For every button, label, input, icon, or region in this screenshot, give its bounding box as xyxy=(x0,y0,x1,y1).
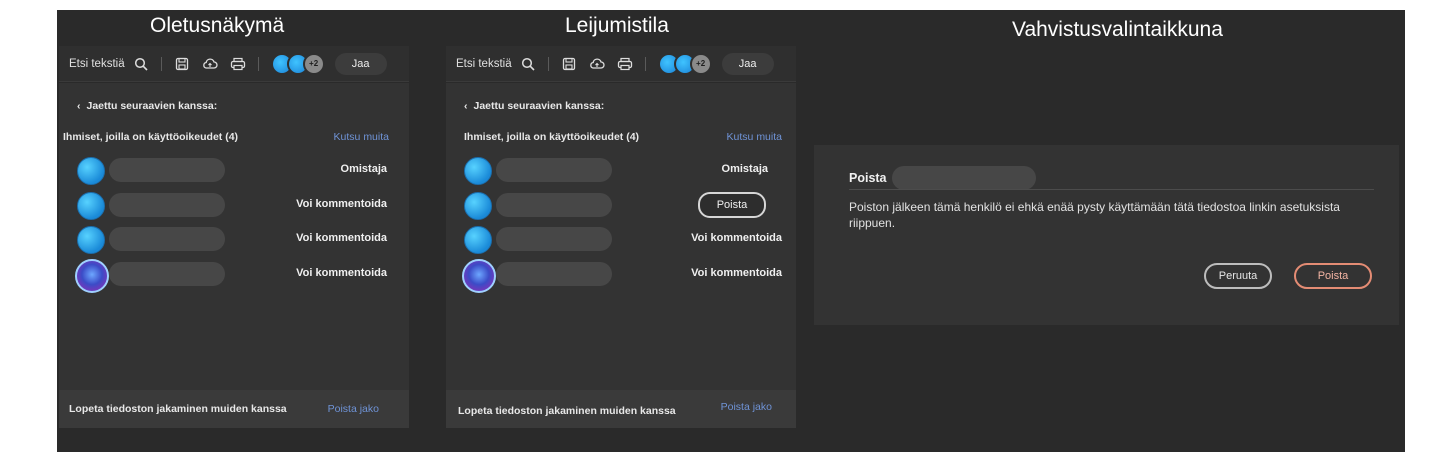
stop-sharing-footer: Lopeta tiedoston jakaminen muiden kanssa… xyxy=(59,390,409,428)
print-icon[interactable] xyxy=(615,54,635,74)
redacted-name xyxy=(109,193,225,217)
cloud-upload-icon[interactable] xyxy=(200,54,220,74)
role-label[interactable]: Voi kommentoida xyxy=(296,232,387,244)
heading-hover-state: Leijumistila xyxy=(565,14,669,37)
redacted-name xyxy=(109,227,225,251)
search-icon[interactable] xyxy=(131,54,151,74)
back-label: Jaettu seuraavien kanssa: xyxy=(86,100,218,112)
role-label[interactable]: Voi kommentoida xyxy=(691,267,782,279)
redacted-name xyxy=(496,262,612,286)
back-link[interactable]: ‹ Jaettu seuraavien kanssa: xyxy=(77,100,217,112)
dialog-title: Poista xyxy=(849,171,887,185)
avatar xyxy=(77,226,105,254)
unshare-link[interactable]: Poista jako xyxy=(721,401,772,413)
redacted-name xyxy=(109,262,225,286)
remove-button[interactable]: Poista xyxy=(698,192,766,218)
save-icon[interactable] xyxy=(172,54,192,74)
search-icon[interactable] xyxy=(518,54,538,74)
search-text-label[interactable]: Etsi tekstiä xyxy=(69,58,125,70)
redacted-name xyxy=(109,158,225,182)
avatar xyxy=(75,259,109,293)
collaborator-avatars[interactable]: +2 xyxy=(270,52,325,75)
share-button[interactable]: Jaa xyxy=(721,52,774,75)
cloud-upload-icon[interactable] xyxy=(587,54,607,74)
print-icon[interactable] xyxy=(228,54,248,74)
person-row-hovered: Poista xyxy=(464,192,784,220)
divider xyxy=(849,189,1374,190)
panel-body: ‹ Jaettu seuraavien kanssa: Ihmiset, joil… xyxy=(446,83,796,428)
person-row: Voi kommentoida xyxy=(77,226,397,254)
role-label[interactable]: Omistaja xyxy=(722,163,768,175)
people-access-label: Ihmiset, joilla on käyttöoikeudet (4) xyxy=(464,131,640,143)
invite-others-link[interactable]: Kutsu muita xyxy=(727,131,782,143)
heading-default-view: Oletusnäkymä xyxy=(150,14,285,37)
avatar xyxy=(464,157,492,185)
role-label[interactable]: Voi kommentoida xyxy=(296,198,387,210)
avatar xyxy=(464,226,492,254)
chevron-left-icon: ‹ xyxy=(464,100,468,112)
stop-sharing-text: Lopeta tiedoston jakaminen muiden kanssa xyxy=(69,403,287,415)
avatar xyxy=(77,192,105,220)
unshare-link[interactable]: Poista jako xyxy=(328,403,379,415)
back-label: Jaettu seuraavien kanssa: xyxy=(473,100,605,112)
avatar xyxy=(77,157,105,185)
person-row: Voi kommentoida xyxy=(77,192,397,220)
toolbar: Etsi tekstiä +2 Jaa xyxy=(446,46,796,82)
person-row: Voi kommentoida xyxy=(75,259,397,293)
cancel-button[interactable]: Peruuta xyxy=(1204,263,1272,289)
canvas: Oletusnäkymä Leijumistila Vahvistusvalin… xyxy=(57,10,1405,452)
chevron-left-icon: ‹ xyxy=(77,100,81,112)
redacted-name xyxy=(496,193,612,217)
invite-others-link[interactable]: Kutsu muita xyxy=(334,131,389,143)
dialog-message: Poiston jälkeen tämä henkilö ei ehkä enä… xyxy=(849,200,1340,230)
stop-sharing-text: Lopeta tiedoston jakaminen muiden kanssa xyxy=(458,405,676,417)
person-row: Omistaja xyxy=(77,157,397,185)
share-panel-hover: Etsi tekstiä +2 Jaa ‹ Jaettu seuraavien … xyxy=(446,46,796,428)
redacted-name xyxy=(892,166,1036,190)
back-link[interactable]: ‹ Jaettu seuraavien kanssa: xyxy=(464,100,604,112)
redacted-name xyxy=(496,158,612,182)
role-label[interactable]: Voi kommentoida xyxy=(691,232,782,244)
toolbar-divider xyxy=(547,56,549,71)
panel-body: ‹ Jaettu seuraavien kanssa: Ihmiset, joil… xyxy=(59,83,409,428)
heading-confirm-dialog: Vahvistusvalintaikkuna xyxy=(1012,18,1223,41)
redacted-name xyxy=(496,227,612,251)
person-row: Voi kommentoida xyxy=(464,226,784,254)
people-access-label: Ihmiset, joilla on käyttöoikeudet (4) xyxy=(63,131,239,143)
collaborator-avatars[interactable]: +2 xyxy=(657,52,712,75)
stop-sharing-footer: Lopeta tiedoston jakaminen muiden kanssa… xyxy=(446,390,796,428)
save-icon[interactable] xyxy=(559,54,579,74)
search-text-label[interactable]: Etsi tekstiä xyxy=(456,58,512,70)
toolbar-divider xyxy=(644,56,646,71)
toolbar-divider xyxy=(257,56,259,71)
role-label[interactable]: Omistaja xyxy=(341,163,387,175)
avatar xyxy=(464,192,492,220)
person-row: Voi kommentoida xyxy=(462,259,784,293)
confirm-remove-dialog: Poista Poiston jälkeen tämä henkilö ei e… xyxy=(814,145,1399,325)
toolbar-divider xyxy=(160,56,162,71)
toolbar: Etsi tekstiä +2 Jaa xyxy=(59,46,409,82)
share-button[interactable]: Jaa xyxy=(334,52,387,75)
delete-button[interactable]: Poista xyxy=(1294,263,1372,289)
more-count-badge: +2 xyxy=(302,52,325,75)
avatar xyxy=(462,259,496,293)
share-panel-default: Etsi tekstiä +2 Jaa ‹ Jaettu seuraavien … xyxy=(59,46,409,428)
person-row: Omistaja xyxy=(464,157,784,185)
more-count-badge: +2 xyxy=(689,52,712,75)
role-label[interactable]: Voi kommentoida xyxy=(296,267,387,279)
